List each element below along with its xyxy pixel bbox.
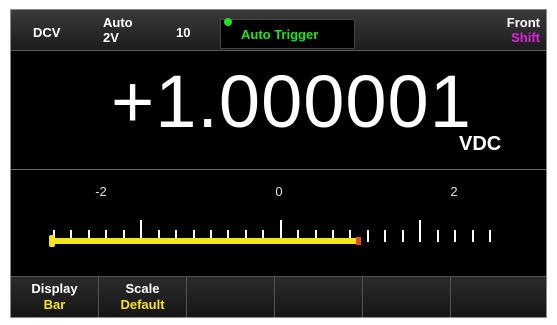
tick-label-neg2: -2 bbox=[95, 184, 107, 199]
bargraph-tick bbox=[366, 230, 369, 242]
status-bar: DCV Auto 2V 10 Auto Trigger Front Shift bbox=[11, 10, 546, 51]
softkey-bar: Display Bar Scale Default bbox=[11, 276, 546, 317]
bargraph-tick bbox=[471, 230, 474, 242]
shift-indicator: Shift bbox=[511, 30, 540, 45]
softkey-4[interactable] bbox=[275, 277, 363, 317]
trigger-indicator: Auto Trigger bbox=[220, 18, 355, 49]
digits-setting: 10 bbox=[176, 25, 191, 40]
softkey-5[interactable] bbox=[363, 277, 451, 317]
meter-screen: DCV Auto 2V 10 Auto Trigger Front Shift … bbox=[10, 9, 547, 318]
trigger-dot-icon bbox=[224, 18, 232, 26]
bargraph-tick bbox=[489, 230, 491, 242]
range-value: 2V bbox=[103, 30, 119, 45]
softkey-3[interactable] bbox=[187, 277, 275, 317]
softkey-scale-title: Scale bbox=[125, 281, 160, 296]
tick-label-pos2: 2 bbox=[450, 184, 458, 199]
softkey-display-title: Display bbox=[31, 281, 78, 296]
bargraph-end-marker bbox=[356, 237, 362, 245]
divider bbox=[11, 169, 546, 170]
bargraph-tick bbox=[419, 220, 422, 242]
tick-label-zero: 0 bbox=[275, 184, 283, 199]
reading-unit: VDC bbox=[459, 133, 502, 155]
trigger-label: Auto Trigger bbox=[241, 27, 319, 42]
bargraph-fill bbox=[53, 238, 359, 244]
softkey-display-value: Bar bbox=[43, 297, 66, 312]
range-auto: Auto bbox=[103, 15, 133, 30]
panel-label: Front bbox=[506, 15, 540, 30]
softkey-6[interactable] bbox=[451, 277, 546, 317]
softkey-scale-value: Default bbox=[120, 297, 165, 312]
bargraph-tick bbox=[436, 230, 439, 242]
bargraph-tick bbox=[384, 230, 387, 242]
bargraph-tick bbox=[401, 230, 404, 242]
bargraph-tick bbox=[454, 230, 457, 242]
measure-mode: DCV bbox=[33, 25, 61, 40]
reading-value: +1.000001 bbox=[111, 60, 472, 143]
softkey-display[interactable]: Display Bar bbox=[11, 277, 99, 317]
softkey-scale[interactable]: Scale Default bbox=[99, 277, 187, 317]
